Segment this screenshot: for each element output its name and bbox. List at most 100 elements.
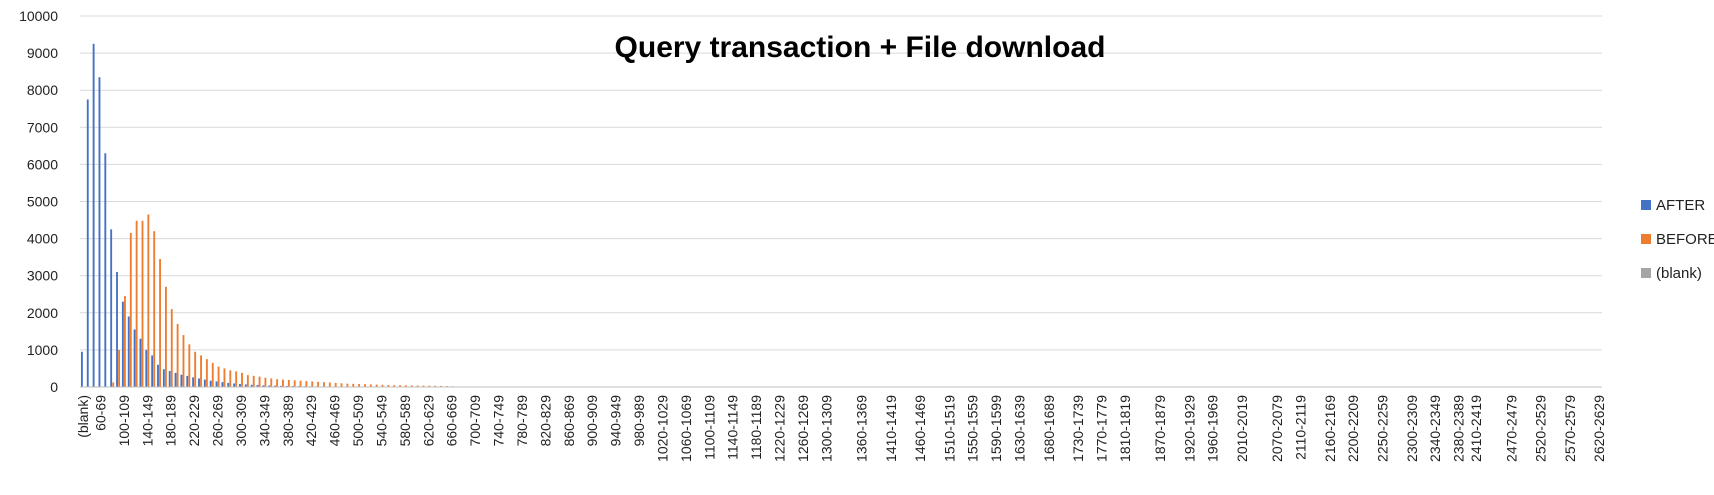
x-tick-label: 1180-1189 <box>748 395 764 460</box>
x-tick-label: 300-309 <box>233 395 249 447</box>
bar-before <box>264 378 266 387</box>
x-tick-label: 140-149 <box>139 395 155 447</box>
y-tick-label: 6000 <box>27 156 58 172</box>
bar-before <box>317 382 319 387</box>
bar-before <box>329 383 331 387</box>
x-tick-label: 60-69 <box>92 395 108 431</box>
bar-after <box>128 317 130 387</box>
bar-before <box>118 350 120 387</box>
x-tick-label: 2110-2119 <box>1293 395 1309 460</box>
legend-swatch <box>1641 200 1651 210</box>
x-tick-label: 1460-1469 <box>912 395 928 462</box>
x-tick-label: 2470-2479 <box>1503 395 1519 462</box>
bar-before <box>171 309 173 387</box>
x-tick-label: (blank) <box>75 395 91 438</box>
bar-before <box>346 384 348 387</box>
x-tick-label: 1680-1689 <box>1041 395 1057 462</box>
x-tick-label: 1730-1739 <box>1070 395 1086 462</box>
bar-before <box>323 382 325 387</box>
x-tick-label: 1870-1879 <box>1152 395 1168 462</box>
x-tick-label: 1140-1149 <box>725 395 741 460</box>
bar-after <box>139 339 141 387</box>
x-tick-label: 1510-1519 <box>941 395 957 462</box>
bar-before <box>130 233 132 387</box>
x-tick-label: 460-469 <box>327 395 343 447</box>
y-tick-label: 1000 <box>27 342 58 358</box>
bar-after <box>227 383 229 387</box>
x-tick-label: 1260-1269 <box>795 395 811 462</box>
bar-before <box>241 373 243 387</box>
bar-chart: (blank)60-69100-109140-149180-189220-229… <box>0 0 1714 490</box>
x-tick-label: 660-669 <box>444 395 460 447</box>
x-tick-label: 700-709 <box>467 395 483 447</box>
bar-before <box>300 381 302 387</box>
x-tick-label: 180-189 <box>163 395 179 447</box>
bar-after <box>157 365 159 387</box>
bar-before <box>218 367 220 387</box>
bar-before <box>142 221 144 387</box>
x-tick-label: 1810-1819 <box>1117 395 1133 462</box>
bar-after <box>116 272 118 387</box>
x-tick-label: 1630-1639 <box>1012 395 1028 462</box>
chart-title: Query transaction + File download <box>615 31 1106 64</box>
x-tick-label: 340-349 <box>256 395 272 447</box>
x-tick-label: 820-829 <box>537 395 553 447</box>
x-tick-label: 940-949 <box>608 395 624 447</box>
bar-after <box>93 44 95 387</box>
x-tick-label: 1360-1369 <box>853 395 869 462</box>
bar-before <box>253 376 255 387</box>
y-tick-label: 8000 <box>27 82 58 98</box>
bar-after <box>233 383 235 387</box>
x-tick-label: 100-109 <box>116 395 132 447</box>
x-tick-label: 2570-2579 <box>1562 395 1578 462</box>
bar-before <box>294 380 296 387</box>
bar-before <box>165 287 167 387</box>
x-tick-label: 1770-1779 <box>1093 395 1109 462</box>
x-tick-label: 500-509 <box>350 395 366 447</box>
x-tick-label: 1100-1109 <box>701 395 717 460</box>
y-tick-labels: 0100020003000400050006000700080009000100… <box>19 8 58 395</box>
x-tick-label: 1220-1229 <box>772 395 788 462</box>
bar-after <box>210 381 212 387</box>
x-tick-label: 900-909 <box>584 395 600 447</box>
bar-before <box>305 381 307 387</box>
x-tick-label: 220-229 <box>186 395 202 447</box>
x-tick-label: 380-389 <box>280 395 296 447</box>
bar-after <box>81 352 83 387</box>
x-tick-label: 2520-2529 <box>1533 395 1549 462</box>
bar-after <box>99 77 101 387</box>
y-tick-label: 3000 <box>27 268 58 284</box>
bar-after <box>145 350 147 387</box>
y-tick-label: 9000 <box>27 45 58 61</box>
y-tick-label: 5000 <box>27 194 58 210</box>
y-tick-label: 7000 <box>27 119 58 135</box>
legend-label: BEFORE <box>1656 231 1714 248</box>
y-tick-label: 0 <box>50 379 58 395</box>
bar-before <box>276 379 278 387</box>
x-tick-label: 260-269 <box>210 395 226 447</box>
bar-before <box>288 380 290 387</box>
bar-after <box>151 355 153 387</box>
x-tick-label: 2160-2169 <box>1322 395 1338 462</box>
x-tick-label: 2070-2079 <box>1269 395 1285 462</box>
x-tick-label: 780-789 <box>514 395 530 447</box>
bar-before <box>224 368 226 387</box>
x-tick-label: 2300-2309 <box>1404 395 1420 462</box>
bar-after <box>204 380 206 387</box>
x-tick-label: 1920-1929 <box>1181 395 1197 462</box>
x-tick-label: 580-589 <box>397 395 413 447</box>
chart-container: (blank)60-69100-109140-149180-189220-229… <box>0 0 1714 490</box>
x-tick-label: 2380-2389 <box>1451 395 1467 462</box>
x-tick-label: 2010-2019 <box>1234 395 1250 462</box>
bar-before <box>311 381 313 387</box>
bar-after <box>122 302 124 387</box>
x-tick-label: 1550-1559 <box>965 395 981 462</box>
x-tick-label: 2340-2349 <box>1427 395 1443 462</box>
legend-label: (blank) <box>1656 265 1702 282</box>
y-tick-label: 2000 <box>27 305 58 321</box>
bar-before <box>212 363 214 387</box>
x-tick-label: 420-429 <box>303 395 319 447</box>
gridlines <box>80 16 1602 387</box>
bar-before <box>124 296 126 387</box>
x-tick-label: 2200-2209 <box>1345 395 1361 462</box>
